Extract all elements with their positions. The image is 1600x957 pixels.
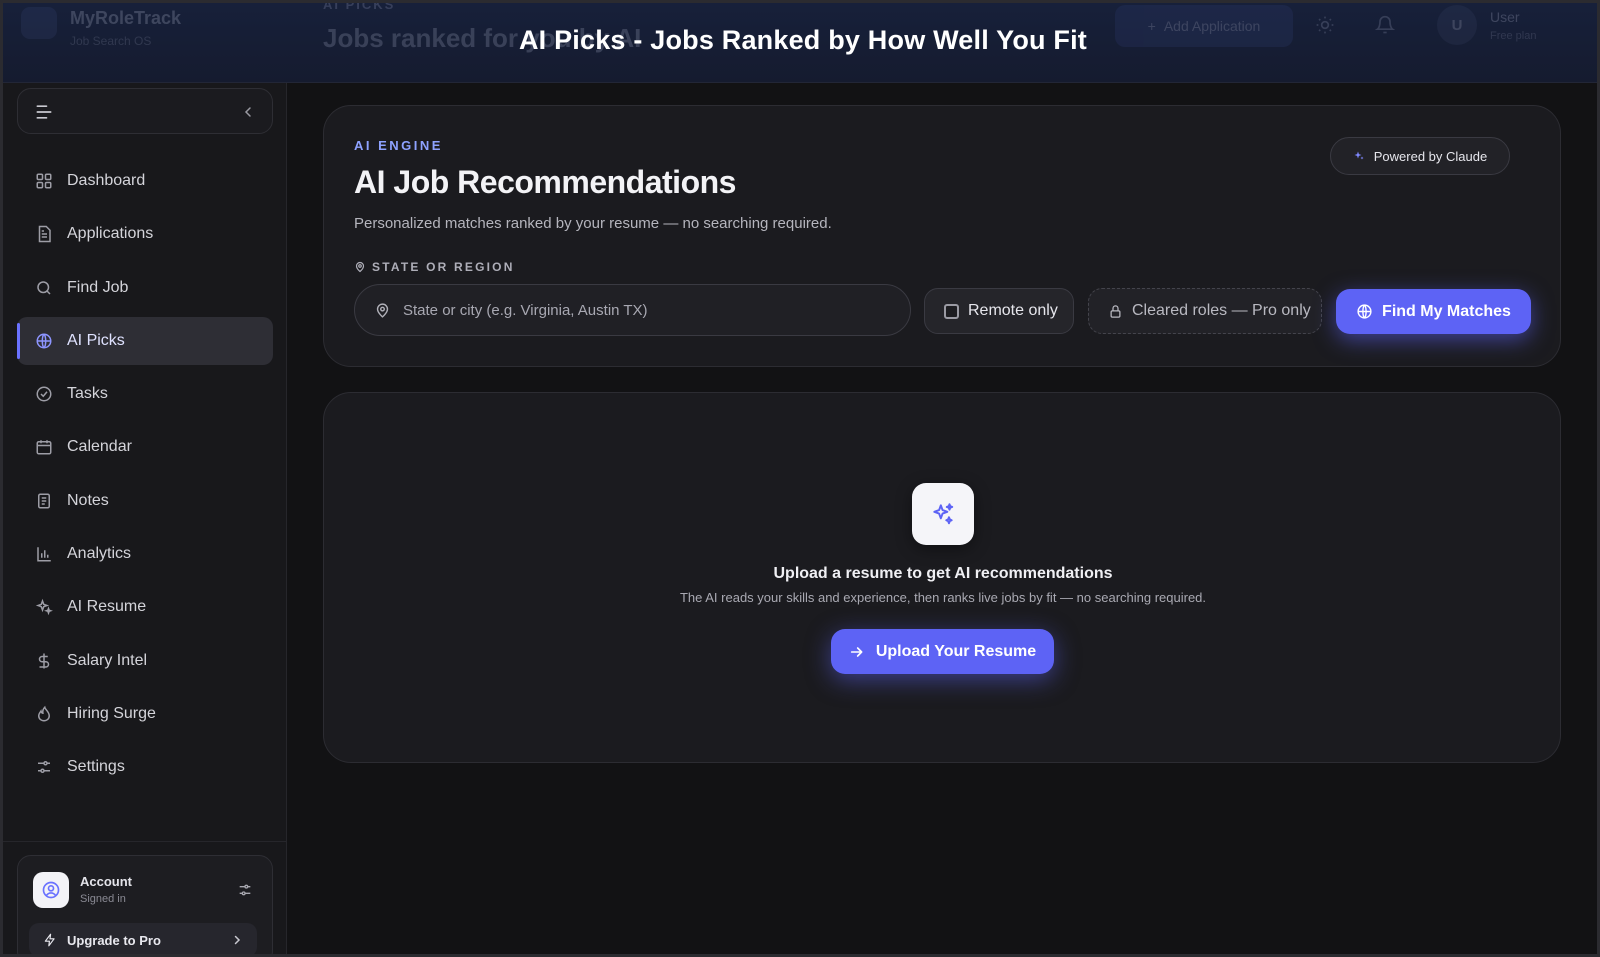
sidebar-item-ai-resume[interactable]: AI Resume [17,583,273,631]
sidebar-item-dashboard[interactable]: Dashboard [17,157,273,205]
empty-state-description: The AI reads your skills and experience,… [679,590,1207,605]
globe-icon [1357,304,1372,319]
overlay-title: AI Picks - Jobs Ranked by How Well You F… [518,25,1088,55]
region-input[interactable] [403,285,903,335]
sidebar-item-label: Settings [67,758,125,776]
grid-icon [36,173,52,189]
recommendations-panel: AI ENGINE AI Job Recommendations Persona… [323,105,1561,367]
page-title: AI Job Recommendations [354,164,736,200]
sidebar-item-notes[interactable]: Notes [17,477,273,525]
top-bar: MyRoleTrack Job Search OS AI PICKS Jobs … [3,0,1597,83]
region-label-text: STATE OR REGION [372,260,515,274]
account-status: Signed in [80,893,126,905]
region-field [354,284,911,336]
sidebar-item-analytics[interactable]: Analytics [17,530,273,578]
sidebar-item-label: Find Job [67,278,129,296]
sidebar: Dashboard Applications Find Job AI Picks… [3,83,287,954]
upgrade-to-pro-button[interactable]: Upgrade to Pro [29,923,257,954]
sidebar-item-settings[interactable]: Settings [17,743,273,791]
sidebar-item-applications[interactable]: Applications [17,210,273,258]
empty-state-title: Upload a resume to get AI recommendation… [773,565,1113,582]
sidebar-item-label: Calendar [67,438,132,456]
find-my-matches-label: Find My Matches [1382,302,1511,320]
upgrade-label: Upgrade to Pro [67,932,161,948]
empty-state-badge [912,483,974,545]
sidebar-item-calendar[interactable]: Calendar [17,423,273,471]
sidebar-item-label: Applications [67,225,154,243]
sidebar-divider [3,841,287,842]
account-settings-icon[interactable] [237,882,253,898]
sidebar-item-label: Tasks [67,385,108,403]
sidebar-item-salary-intel[interactable]: Salary Intel [17,637,273,685]
sidebar-item-label: Dashboard [67,172,146,189]
page-subtitle: Personalized matches ranked by your resu… [354,215,832,232]
user-circle-icon [42,881,60,899]
empty-state-panel: Upload a resume to get AI recommendation… [323,392,1561,763]
account-name: Account [80,874,132,889]
lock-icon [1110,304,1121,318]
find-my-matches-button[interactable]: Find My Matches [1336,289,1531,334]
sparkle-icon [933,503,954,525]
user-name: User [1490,9,1520,25]
sparkle-icon [1354,151,1364,160]
flame-icon [37,705,51,722]
remote-only-checkbox[interactable]: Remote only [924,288,1074,334]
cleared-roles-label: Cleared roles — Pro only [1132,302,1311,319]
powered-by-badge: Powered by Claude [1330,137,1510,175]
dollar-icon [38,653,50,669]
lightning-icon [44,933,55,947]
chevron-right-icon [234,935,241,945]
sidebar-item-ai-picks[interactable]: AI Picks [17,316,273,365]
bar-chart-icon [37,547,51,562]
sidebar-item-label: Salary Intel [67,651,148,669]
app-window: MyRoleTrack Job Search OS AI PICKS Jobs … [0,0,1600,957]
sidebar-item-label: AI Resume [67,598,147,616]
upload-resume-button[interactable]: Upload Your Resume [831,629,1054,674]
map-pin-icon [355,261,365,273]
map-pin-icon [376,303,389,318]
chevron-left-icon[interactable] [240,104,256,120]
sliders-icon [38,761,50,774]
sidebar-nav: Dashboard Applications Find Job AI Picks… [17,157,273,797]
powered-by-label: Powered by Claude [1373,148,1488,164]
remote-only-label: Remote only [968,302,1058,319]
arrow-right-icon [850,646,863,657]
sidebar-item-hiring-surge[interactable]: Hiring Surge [17,690,273,738]
document-icon [38,226,51,243]
region-label: STATE OR REGION [354,260,515,274]
section-eyebrow: AI ENGINE [354,138,443,153]
sidebar-item-label: Notes [67,491,109,509]
notes-icon [38,493,50,509]
sidebar-item-label: Analytics [67,545,132,563]
search-icon [37,280,51,295]
sidebar-item-label: AI Picks [67,331,125,349]
account-avatar[interactable] [33,872,69,908]
checkbox-square [944,303,959,319]
cleared-roles-toggle[interactable]: Cleared roles — Pro only [1088,288,1322,334]
sidebar-item-find-job[interactable]: Find Job [17,264,273,312]
sidebar-item-tasks[interactable]: Tasks [17,370,273,418]
check-circle-icon [36,386,52,402]
sidebar-item-label: Hiring Surge [67,704,156,722]
upload-resume-label: Upload Your Resume [875,642,1037,660]
calendar-icon [36,440,52,455]
globe-icon [36,333,52,349]
sidebar-header [17,88,273,134]
breadcrumb: AI PICKS [323,0,396,12]
menu-icon[interactable] [34,102,54,122]
account-card: Account Signed in Upgrade to Pro [17,855,273,954]
sparkle-icon [35,599,53,616]
